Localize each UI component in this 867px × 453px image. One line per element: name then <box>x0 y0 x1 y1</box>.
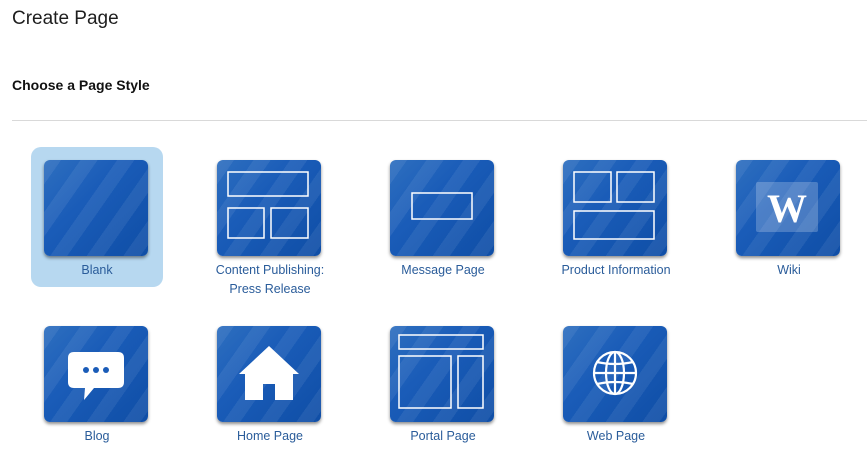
blank-icon <box>44 160 148 256</box>
page-style-label: Blog <box>84 429 110 443</box>
page-style-label: Home Page <box>236 429 303 443</box>
wiki-glyph: W <box>767 186 807 231</box>
message-page-icon <box>390 160 494 256</box>
page-style-portal-page[interactable]: Portal Page <box>377 313 509 453</box>
home-icon <box>217 326 321 422</box>
page-style-home-page[interactable]: Home Page <box>204 313 336 453</box>
page-style-label: Portal Page <box>410 429 476 443</box>
section-title: Choose a Page Style <box>12 77 150 93</box>
page-style-wiki[interactable]: W Wiki <box>723 147 855 287</box>
page-style-web-page[interactable]: Web Page <box>550 313 682 453</box>
page-style-blank[interactable]: Blank <box>31 147 163 287</box>
content-publishing-icon <box>217 160 321 256</box>
page-style-label: Blank <box>81 263 113 277</box>
page-style-label: Wiki <box>777 263 801 277</box>
web-page-icon <box>563 326 667 422</box>
page-style-label: Message Page <box>401 263 485 277</box>
portal-page-icon <box>390 326 494 422</box>
page-style-label: Content Publishing: Press Release <box>215 263 325 296</box>
page-style-product-information[interactable]: Product Information <box>550 147 682 287</box>
page-title: Create Page <box>12 8 119 29</box>
blog-icon <box>44 326 148 422</box>
wiki-icon: W <box>736 160 840 256</box>
page-style-blog[interactable]: Blog <box>31 313 163 453</box>
page-style-message-page[interactable]: Message Page <box>377 147 509 287</box>
page-style-label: Product Information <box>561 263 671 277</box>
page-style-label: Web Page <box>586 429 646 443</box>
divider <box>12 120 867 121</box>
page-style-content-publishing[interactable]: Content Publishing: Press Release <box>204 147 336 296</box>
product-information-icon <box>563 160 667 256</box>
